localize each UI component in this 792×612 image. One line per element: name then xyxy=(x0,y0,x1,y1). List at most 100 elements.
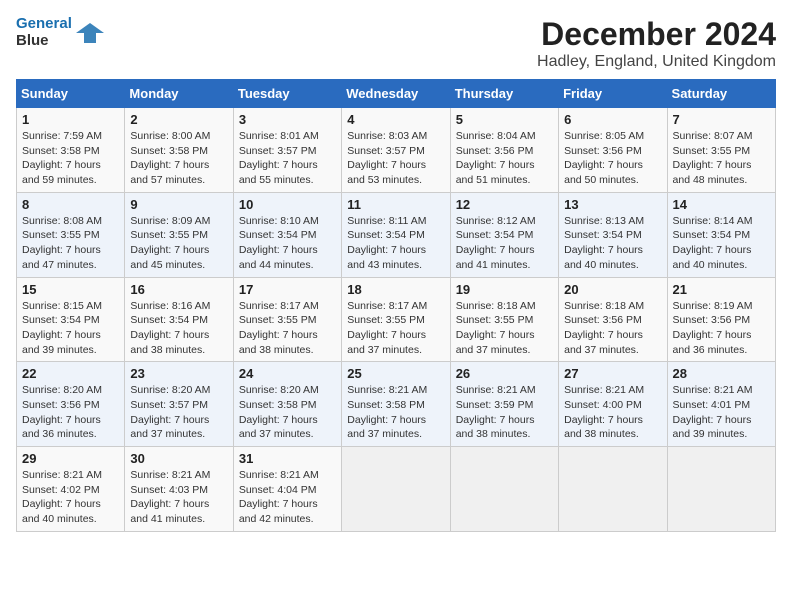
calendar-cell xyxy=(450,447,558,532)
day-info: Sunrise: 8:20 AMSunset: 3:57 PMDaylight:… xyxy=(130,383,227,442)
day-info: Sunrise: 8:14 AMSunset: 3:54 PMDaylight:… xyxy=(673,214,770,273)
calendar-cell: 28 Sunrise: 8:21 AMSunset: 4:01 PMDaylig… xyxy=(667,362,775,447)
day-info: Sunrise: 8:21 AMSunset: 4:02 PMDaylight:… xyxy=(22,468,119,527)
day-of-week-header: Sunday xyxy=(17,80,125,108)
day-info: Sunrise: 8:18 AMSunset: 3:55 PMDaylight:… xyxy=(456,299,553,358)
day-info: Sunrise: 8:21 AMSunset: 3:59 PMDaylight:… xyxy=(456,383,553,442)
day-number: 25 xyxy=(347,366,444,381)
day-number: 28 xyxy=(673,366,770,381)
main-title: December 2024 xyxy=(537,16,776,53)
day-number: 15 xyxy=(22,282,119,297)
day-info: Sunrise: 8:21 AMSunset: 4:04 PMDaylight:… xyxy=(239,468,336,527)
calendar-cell: 13 Sunrise: 8:13 AMSunset: 3:54 PMDaylig… xyxy=(559,192,667,277)
calendar-cell: 21 Sunrise: 8:19 AMSunset: 3:56 PMDaylig… xyxy=(667,277,775,362)
day-number: 27 xyxy=(564,366,661,381)
day-number: 24 xyxy=(239,366,336,381)
day-number: 9 xyxy=(130,197,227,212)
calendar-cell: 4 Sunrise: 8:03 AMSunset: 3:57 PMDayligh… xyxy=(342,108,450,193)
day-info: Sunrise: 8:09 AMSunset: 3:55 PMDaylight:… xyxy=(130,214,227,273)
day-number: 8 xyxy=(22,197,119,212)
calendar-cell: 23 Sunrise: 8:20 AMSunset: 3:57 PMDaylig… xyxy=(125,362,233,447)
day-of-week-header: Saturday xyxy=(667,80,775,108)
day-info: Sunrise: 8:10 AMSunset: 3:54 PMDaylight:… xyxy=(239,214,336,273)
day-number: 6 xyxy=(564,112,661,127)
day-info: Sunrise: 8:21 AMSunset: 3:58 PMDaylight:… xyxy=(347,383,444,442)
day-info: Sunrise: 8:21 AMSunset: 4:00 PMDaylight:… xyxy=(564,383,661,442)
calendar-cell: 22 Sunrise: 8:20 AMSunset: 3:56 PMDaylig… xyxy=(17,362,125,447)
calendar-cell: 8 Sunrise: 8:08 AMSunset: 3:55 PMDayligh… xyxy=(17,192,125,277)
day-info: Sunrise: 8:08 AMSunset: 3:55 PMDaylight:… xyxy=(22,214,119,273)
calendar-cell: 14 Sunrise: 8:14 AMSunset: 3:54 PMDaylig… xyxy=(667,192,775,277)
calendar-cell: 18 Sunrise: 8:17 AMSunset: 3:55 PMDaylig… xyxy=(342,277,450,362)
day-number: 18 xyxy=(347,282,444,297)
day-info: Sunrise: 8:16 AMSunset: 3:54 PMDaylight:… xyxy=(130,299,227,358)
calendar-cell: 31 Sunrise: 8:21 AMSunset: 4:04 PMDaylig… xyxy=(233,447,341,532)
page-header: General Blue December 2024 Hadley, Engla… xyxy=(16,16,776,71)
day-number: 16 xyxy=(130,282,227,297)
calendar-cell: 9 Sunrise: 8:09 AMSunset: 3:55 PMDayligh… xyxy=(125,192,233,277)
day-info: Sunrise: 8:21 AMSunset: 4:03 PMDaylight:… xyxy=(130,468,227,527)
calendar-cell xyxy=(559,447,667,532)
day-number: 3 xyxy=(239,112,336,127)
calendar-cell: 27 Sunrise: 8:21 AMSunset: 4:00 PMDaylig… xyxy=(559,362,667,447)
calendar-cell: 30 Sunrise: 8:21 AMSunset: 4:03 PMDaylig… xyxy=(125,447,233,532)
day-info: Sunrise: 8:05 AMSunset: 3:56 PMDaylight:… xyxy=(564,129,661,188)
day-of-week-header: Tuesday xyxy=(233,80,341,108)
calendar-cell: 15 Sunrise: 8:15 AMSunset: 3:54 PMDaylig… xyxy=(17,277,125,362)
title-block: December 2024 Hadley, England, United Ki… xyxy=(537,16,776,71)
day-of-week-header: Wednesday xyxy=(342,80,450,108)
calendar-cell: 24 Sunrise: 8:20 AMSunset: 3:58 PMDaylig… xyxy=(233,362,341,447)
day-number: 14 xyxy=(673,197,770,212)
day-number: 5 xyxy=(456,112,553,127)
logo: General Blue xyxy=(16,16,104,49)
calendar-cell: 11 Sunrise: 8:11 AMSunset: 3:54 PMDaylig… xyxy=(342,192,450,277)
calendar-cell: 26 Sunrise: 8:21 AMSunset: 3:59 PMDaylig… xyxy=(450,362,558,447)
day-info: Sunrise: 8:03 AMSunset: 3:57 PMDaylight:… xyxy=(347,129,444,188)
day-number: 10 xyxy=(239,197,336,212)
day-info: Sunrise: 8:13 AMSunset: 3:54 PMDaylight:… xyxy=(564,214,661,273)
calendar-cell: 12 Sunrise: 8:12 AMSunset: 3:54 PMDaylig… xyxy=(450,192,558,277)
day-number: 21 xyxy=(673,282,770,297)
day-info: Sunrise: 8:21 AMSunset: 4:01 PMDaylight:… xyxy=(673,383,770,442)
calendar-cell: 20 Sunrise: 8:18 AMSunset: 3:56 PMDaylig… xyxy=(559,277,667,362)
calendar-cell xyxy=(342,447,450,532)
subtitle: Hadley, England, United Kingdom xyxy=(537,53,776,71)
day-info: Sunrise: 8:04 AMSunset: 3:56 PMDaylight:… xyxy=(456,129,553,188)
day-info: Sunrise: 8:20 AMSunset: 3:58 PMDaylight:… xyxy=(239,383,336,442)
day-number: 2 xyxy=(130,112,227,127)
day-info: Sunrise: 8:17 AMSunset: 3:55 PMDaylight:… xyxy=(239,299,336,358)
calendar-cell: 10 Sunrise: 8:10 AMSunset: 3:54 PMDaylig… xyxy=(233,192,341,277)
day-number: 29 xyxy=(22,451,119,466)
day-info: Sunrise: 8:18 AMSunset: 3:56 PMDaylight:… xyxy=(564,299,661,358)
calendar-cell: 1 Sunrise: 7:59 AMSunset: 3:58 PMDayligh… xyxy=(17,108,125,193)
day-number: 31 xyxy=(239,451,336,466)
day-info: Sunrise: 8:11 AMSunset: 3:54 PMDaylight:… xyxy=(347,214,444,273)
day-of-week-header: Friday xyxy=(559,80,667,108)
day-number: 7 xyxy=(673,112,770,127)
day-info: Sunrise: 8:07 AMSunset: 3:55 PMDaylight:… xyxy=(673,129,770,188)
day-number: 1 xyxy=(22,112,119,127)
day-info: Sunrise: 8:19 AMSunset: 3:56 PMDaylight:… xyxy=(673,299,770,358)
calendar-cell: 2 Sunrise: 8:00 AMSunset: 3:58 PMDayligh… xyxy=(125,108,233,193)
day-of-week-header: Thursday xyxy=(450,80,558,108)
logo-bird-icon xyxy=(76,19,104,47)
calendar-table: SundayMondayTuesdayWednesdayThursdayFrid… xyxy=(16,79,776,532)
day-number: 12 xyxy=(456,197,553,212)
day-info: Sunrise: 8:17 AMSunset: 3:55 PMDaylight:… xyxy=(347,299,444,358)
calendar-cell: 29 Sunrise: 8:21 AMSunset: 4:02 PMDaylig… xyxy=(17,447,125,532)
calendar-cell: 5 Sunrise: 8:04 AMSunset: 3:56 PMDayligh… xyxy=(450,108,558,193)
day-number: 17 xyxy=(239,282,336,297)
calendar-cell xyxy=(667,447,775,532)
day-number: 23 xyxy=(130,366,227,381)
day-info: Sunrise: 7:59 AMSunset: 3:58 PMDaylight:… xyxy=(22,129,119,188)
day-number: 4 xyxy=(347,112,444,127)
day-number: 11 xyxy=(347,197,444,212)
calendar-cell: 25 Sunrise: 8:21 AMSunset: 3:58 PMDaylig… xyxy=(342,362,450,447)
day-info: Sunrise: 8:01 AMSunset: 3:57 PMDaylight:… xyxy=(239,129,336,188)
logo-text: General Blue xyxy=(16,16,72,49)
calendar-cell: 17 Sunrise: 8:17 AMSunset: 3:55 PMDaylig… xyxy=(233,277,341,362)
day-number: 13 xyxy=(564,197,661,212)
calendar-cell: 16 Sunrise: 8:16 AMSunset: 3:54 PMDaylig… xyxy=(125,277,233,362)
day-info: Sunrise: 8:00 AMSunset: 3:58 PMDaylight:… xyxy=(130,129,227,188)
day-number: 22 xyxy=(22,366,119,381)
